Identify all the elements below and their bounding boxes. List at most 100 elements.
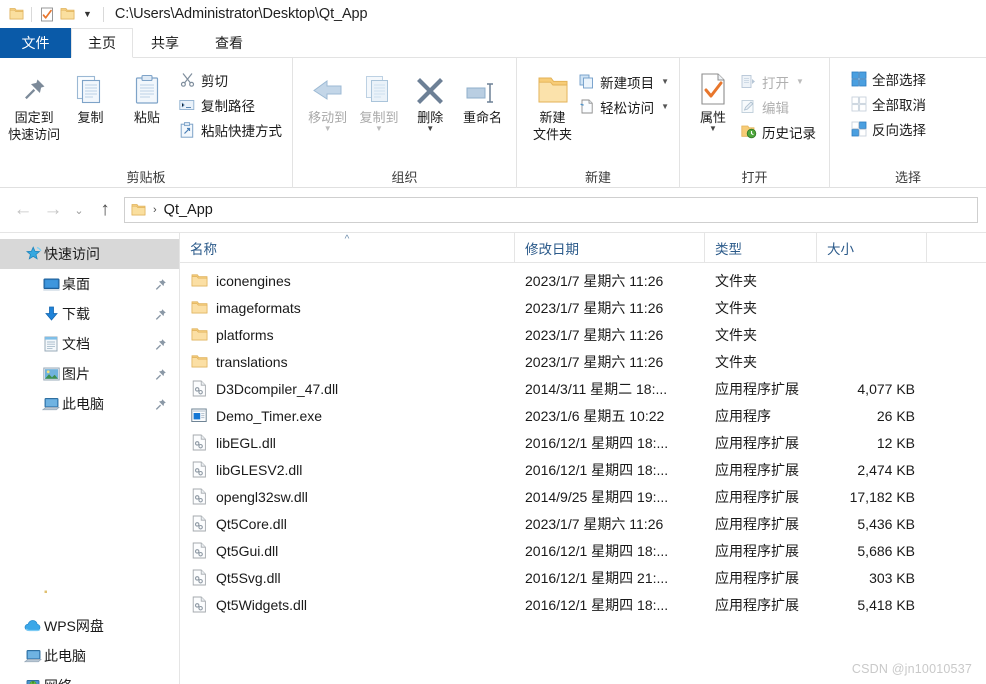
tab-file[interactable]: 文件 [0,28,71,58]
select-none-button[interactable]: 全部取消 [846,92,930,115]
file-size-cell: 303 KB [869,569,915,586]
file-list[interactable]: iconengines 2023/1/7 星期六 11:26 文件夹 imagefor… [180,263,986,684]
easy-access-button[interactable]: 轻松访问 ▼ [574,95,673,118]
file-name-cell[interactable]: Qt5Widgets.dll [180,596,515,614]
history-button[interactable]: 历史记录 [736,120,820,143]
pin-icon[interactable] [151,338,169,351]
select-all-label: 全部选择 [872,72,926,88]
paste-shortcut-button[interactable]: 粘贴快捷方式 [175,118,286,141]
file-name-cell[interactable]: D3Dcompiler_47.dll [180,380,515,398]
file-name-cell[interactable]: iconengines [180,272,515,290]
table-row[interactable]: Qt5Widgets.dll 2016/12/1 星期四 18:... 应用程序扩展… [180,591,986,618]
select-all-button[interactable]: 全部选择 [846,67,930,90]
recent-locations-chevron-icon[interactable]: ⌄ [68,195,90,225]
table-row[interactable]: Demo_Timer.exe 2023/1/6 星期五 10:22 应用程序 26 K… [180,402,986,429]
properties-icon[interactable] [37,4,57,24]
new-folder-icon[interactable] [57,4,77,24]
table-row[interactable]: imageformats 2023/1/7 星期六 11:26 文件夹 [180,294,986,321]
table-row[interactable]: opengl32sw.dll 2014/9/25 星期四 19:... 应用程序扩展… [180,483,986,510]
invert-selection-button[interactable]: 反向选择 [846,117,930,140]
tab-view[interactable]: 查看 [197,28,261,58]
sidebar-item-network[interactable]: 网络 [0,671,179,684]
file-name-cell[interactable]: libGLESV2.dll [180,461,515,479]
copy-button[interactable]: 复制 [62,62,118,126]
move-to-button[interactable]: 移动到 ▼ [303,62,352,133]
sidebar-item-label: 下载 [62,306,90,322]
tab-home[interactable]: 主页 [71,28,133,58]
back-button[interactable]: ← [8,195,38,225]
rename-icon [465,66,499,106]
sidebar-item-downloads[interactable]: 下载 [0,299,179,329]
delete-button[interactable]: 删除 ▼ [406,62,455,133]
chevron-down-icon[interactable]: ▼ [426,125,434,133]
table-row[interactable]: platforms 2023/1/7 星期六 11:26 文件夹 [180,321,986,348]
pin-to-quick-access-button[interactable]: 固定到 快速访问 [6,62,62,143]
rename-button[interactable]: 重命名 [455,62,510,126]
new-folder-button[interactable]: 新建 文件夹 [531,62,574,143]
sidebar-item-documents[interactable]: 文档 [0,329,179,359]
breadcrumb-separator[interactable]: › [153,204,157,216]
file-type-cell: 应用程序扩展 [715,488,799,505]
column-header-date-modified[interactable]: 修改日期 [515,233,705,262]
file-date-cell: 2016/12/1 星期四 18:... [525,542,669,559]
table-row[interactable]: Qt5Svg.dll 2016/12/1 星期四 21:... 应用程序扩展 303 … [180,564,986,591]
chevron-down-icon[interactable]: ▼ [324,125,332,133]
breadcrumb-current-folder[interactable]: Qt_App [164,202,213,218]
table-row[interactable]: libEGL.dll 2016/12/1 星期四 18:... 应用程序扩展 12 K… [180,429,986,456]
chevron-down-icon[interactable]: ▼ [796,77,804,86]
table-row[interactable]: D3Dcompiler_47.dll 2014/3/11 星期二 18:... 应用… [180,375,986,402]
sidebar-item-this-pc[interactable]: 此电脑 [0,641,179,671]
up-button[interactable]: ↑ [90,195,120,225]
column-header-name[interactable]: 名称 ^ [180,233,515,262]
file-name-cell[interactable]: imageformats [180,299,515,317]
column-header-size[interactable]: 大小 [817,233,927,262]
tab-share[interactable]: 共享 [133,28,197,58]
file-name-cell[interactable]: libEGL.dll [180,434,515,452]
paste-button[interactable]: 粘贴 [119,62,175,126]
file-name-cell[interactable]: Demo_Timer.exe [180,407,515,425]
chevron-down-icon[interactable]: ▼ [661,102,669,111]
column-header-type[interactable]: 类型 [705,233,817,262]
open-button[interactable]: 打开 ▼ [736,70,820,93]
pin-icon[interactable] [151,278,169,291]
file-type-cell: 文件夹 [715,326,757,343]
documents-icon [40,336,62,352]
table-row[interactable]: Qt5Gui.dll 2016/12/1 星期四 18:... 应用程序扩展 5,68… [180,537,986,564]
file-name-cell[interactable]: Qt5Core.dll [180,515,515,533]
chevron-down-icon[interactable]: ▼ [709,125,717,133]
customize-qat-chevron-icon[interactable]: ▼ [77,9,98,19]
file-list-pane: 名称 ^ 修改日期 类型 大小 iconengines 2023/1/7 星期六 … [180,233,986,684]
copy-to-button[interactable]: 复制到 ▼ [352,62,405,133]
table-row[interactable]: iconengines 2023/1/7 星期六 11:26 文件夹 [180,267,986,294]
file-name-cell[interactable]: opengl32sw.dll [180,488,515,506]
properties-button[interactable]: 属性 ▼ [690,62,736,133]
chevron-down-icon[interactable]: ▼ [661,77,669,86]
file-name-cell[interactable]: Qt5Gui.dll [180,542,515,560]
chevron-down-icon[interactable]: ▼ [375,125,383,133]
file-name-label: platforms [216,326,274,343]
pin-icon[interactable] [151,398,169,411]
file-name-cell[interactable]: Qt5Svg.dll [180,569,515,587]
pin-icon[interactable] [151,308,169,321]
delete-x-icon [415,66,445,106]
sidebar-item-quick-access[interactable]: 快速访问 [0,239,179,269]
pin-icon[interactable] [151,368,169,381]
table-row[interactable]: translations 2023/1/7 星期六 11:26 文件夹 [180,348,986,375]
file-name-cell[interactable]: platforms [180,326,515,344]
table-row[interactable]: Qt5Core.dll 2023/1/7 星期六 11:26 应用程序扩展 5,436… [180,510,986,537]
file-name-cell[interactable]: translations [180,353,515,371]
sidebar-item-wps-cloud[interactable]: WPS网盘 [0,611,179,641]
copy-path-button[interactable]: 复制路径 [175,93,286,116]
ribbon-tabstrip: 文件 主页 共享 查看 [0,28,986,58]
sidebar-item-desktop[interactable]: 桌面 [0,269,179,299]
new-item-button[interactable]: 新建项目 ▼ [574,70,673,93]
cut-button[interactable]: 剪切 [175,68,286,91]
table-row[interactable]: libGLESV2.dll 2016/12/1 星期四 18:... 应用程序扩展 2… [180,456,986,483]
forward-button[interactable]: → [38,195,68,225]
ribbon-group-clipboard-title: 剪贴板 [126,169,166,185]
address-bar[interactable]: › Qt_App [124,197,978,223]
edit-button[interactable]: 编辑 [736,95,820,118]
sidebar-item-pictures[interactable]: 图片 [0,359,179,389]
sidebar-item-this-pc-pinned[interactable]: 此电脑 [0,389,179,419]
